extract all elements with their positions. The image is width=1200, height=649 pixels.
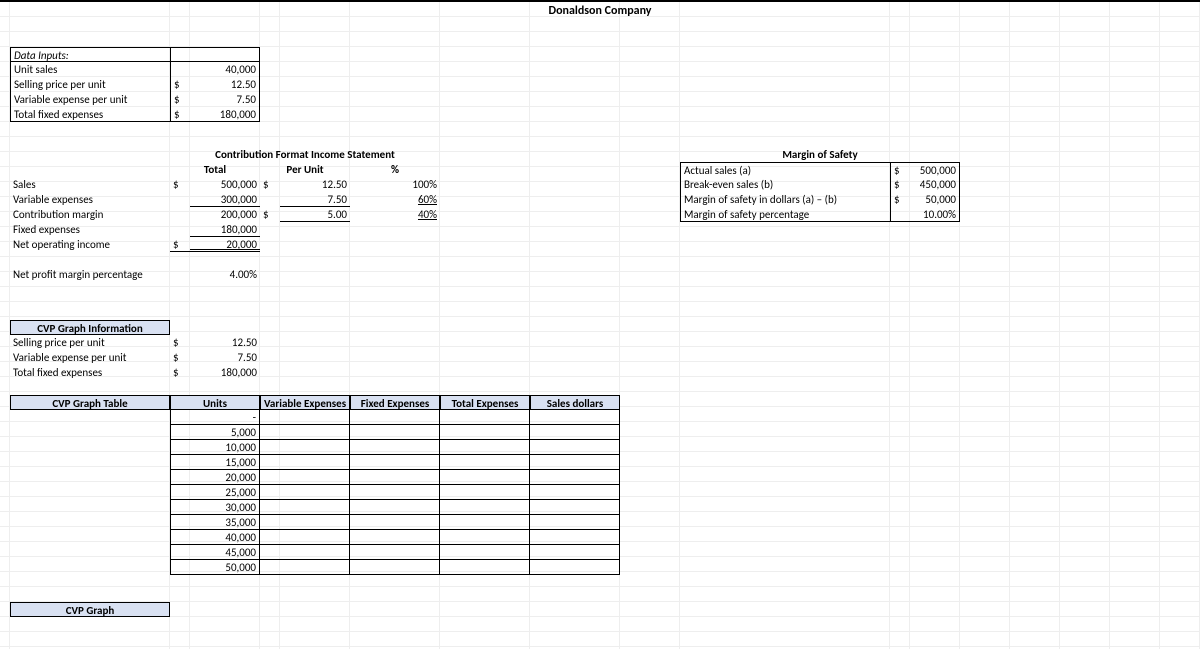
value: 12.50 — [190, 77, 260, 92]
value: 180,000 — [190, 222, 260, 237]
value: 200,000 — [190, 207, 260, 222]
currency: $ — [170, 177, 190, 192]
currency: $ — [260, 207, 280, 222]
label: Variable expense per unit — [10, 92, 170, 107]
value: 180,000 — [190, 107, 260, 122]
currency: $ — [170, 237, 190, 252]
units-cell: 45,000 — [170, 545, 260, 560]
row-label: Actual sales (a) — [680, 162, 890, 177]
cvp-info-block: CVP Graph Information Selling price per … — [10, 320, 260, 380]
value: 60% — [350, 192, 440, 207]
value: 450,000 — [910, 177, 960, 192]
label: Total fixed expenses — [10, 107, 170, 122]
currency: $ — [260, 177, 280, 192]
cvp-table-block: CVP Graph Table Units Variable Expenses … — [10, 395, 620, 575]
spreadsheet[interactable]: Donaldson Company Data Inputs: Unit sale… — [0, 0, 1200, 649]
currency — [170, 62, 190, 77]
label: Selling price per unit — [10, 77, 170, 92]
label: Total fixed expenses — [10, 365, 170, 380]
value: 40,000 — [190, 62, 260, 77]
value: 500,000 — [190, 177, 260, 192]
cvp-info-header: CVP Graph Information — [10, 320, 170, 335]
row-label: Margin of safety percentage — [680, 207, 890, 222]
currency: $ — [170, 335, 190, 350]
units-cell: 5,000 — [170, 425, 260, 440]
value: 12.50 — [190, 335, 260, 350]
data-inputs-block: Data Inputs: Unit sales 40,000 Selling p… — [10, 47, 260, 122]
value: 7.50 — [280, 192, 350, 207]
currency: $ — [170, 77, 190, 92]
page-title: Donaldson Company — [0, 2, 1200, 22]
units-cell: 30,000 — [170, 500, 260, 515]
cfis-title: Contribution Format Income Statement — [170, 147, 440, 162]
row-label: Net operating income — [10, 237, 170, 252]
label: Unit sales — [10, 62, 170, 77]
col-header: Units — [170, 395, 260, 410]
cvp-graph-header: CVP Graph — [10, 602, 170, 617]
units-cell: - — [170, 410, 260, 425]
currency: $ — [170, 107, 190, 122]
value: 50,000 — [910, 192, 960, 207]
row-label: Variable expenses — [10, 192, 170, 207]
value: 12.50 — [280, 177, 350, 192]
row-label: Fixed expenses — [10, 222, 170, 237]
cvp-table-rows: - 5,000 10,000 15,000 20,000 25,000 30,0… — [10, 410, 620, 575]
currency — [890, 207, 910, 222]
units-cell: 40,000 — [170, 530, 260, 545]
col-header: Total Expenses — [440, 395, 530, 410]
value: 500,000 — [910, 162, 960, 177]
currency: $ — [890, 177, 910, 192]
currency: $ — [170, 350, 190, 365]
col-header: Total — [170, 162, 260, 177]
row-label: Contribution margin — [10, 207, 170, 222]
units-cell: 25,000 — [170, 485, 260, 500]
data-inputs-header: Data Inputs: — [10, 47, 170, 62]
value: 7.50 — [190, 92, 260, 107]
col-header: % — [350, 162, 440, 177]
units-cell: 15,000 — [170, 455, 260, 470]
value: 40% — [350, 207, 440, 222]
value: 5.00 — [280, 207, 350, 222]
currency: $ — [170, 92, 190, 107]
cvp-table-title: CVP Graph Table — [10, 395, 170, 410]
value: 300,000 — [190, 192, 260, 207]
value: 100% — [350, 177, 440, 192]
col-header: Fixed Expenses — [350, 395, 440, 410]
col-header: Per Unit — [260, 162, 350, 177]
value: 7.50 — [190, 350, 260, 365]
row-label: Margin of safety in dollars (a) – (b) — [680, 192, 890, 207]
units-cell: 20,000 — [170, 470, 260, 485]
units-cell: 50,000 — [170, 560, 260, 575]
row-label: Net profit margin percentage — [10, 267, 170, 282]
currency: $ — [890, 162, 910, 177]
row-label: Break-even sales (b) — [680, 177, 890, 192]
row-label: Sales — [10, 177, 170, 192]
units-cell: 10,000 — [170, 440, 260, 455]
value: 180,000 — [190, 365, 260, 380]
label: Variable expense per unit — [10, 350, 170, 365]
units-cell: 35,000 — [170, 515, 260, 530]
mos-title: Margin of Safety — [680, 147, 960, 162]
col-header: Variable Expenses — [260, 395, 350, 410]
currency: $ — [890, 192, 910, 207]
currency: $ — [170, 365, 190, 380]
value: 10.00% — [910, 207, 960, 222]
value: 4.00% — [190, 267, 260, 282]
label: Selling price per unit — [10, 335, 170, 350]
value: 20,000 — [190, 237, 260, 252]
mos-block: Margin of Safety Actual sales (a) $ 500,… — [680, 147, 960, 222]
cfis-block: Contribution Format Income Statement Tot… — [10, 147, 440, 282]
col-header: Sales dollars — [530, 395, 620, 410]
